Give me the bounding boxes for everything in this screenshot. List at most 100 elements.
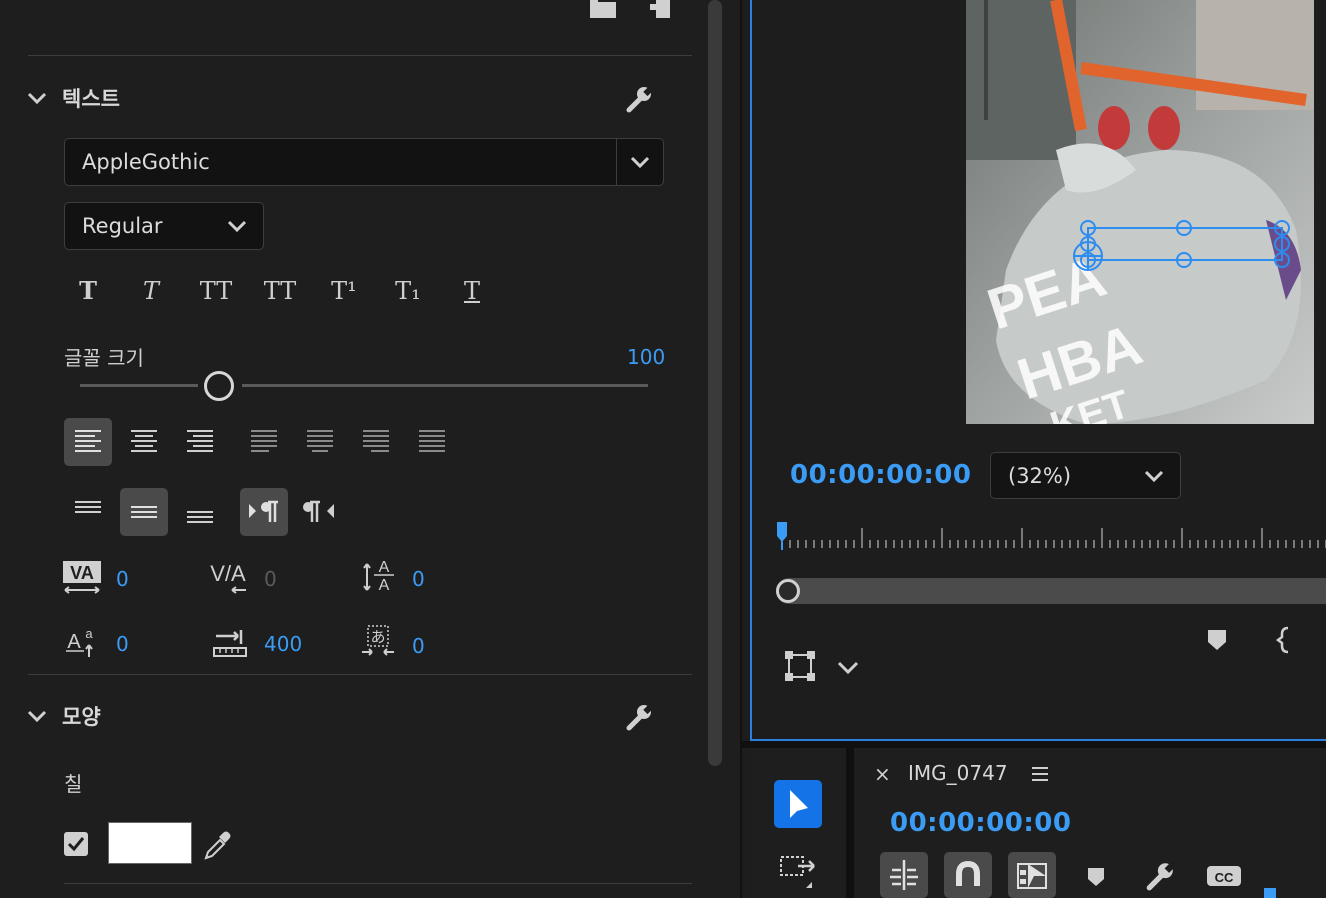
baseline-shift-icon: A a — [66, 626, 93, 657]
align-right-icon[interactable] — [648, 0, 672, 22]
essential-graphics-panel: 텍스트 AppleGothic Regular T T TT TT T¹ T₁ … — [0, 0, 742, 898]
font-size-label: 글꼴 크기 — [64, 346, 144, 370]
linked-selection-icon — [1017, 863, 1047, 889]
align-middle-icon — [131, 506, 157, 518]
font-style-value: Regular — [82, 214, 163, 238]
chevron-down-icon — [1144, 470, 1164, 483]
timeline-playhead-marker[interactable] — [1264, 888, 1276, 898]
appearance-section-header[interactable]: 모양 — [26, 701, 101, 731]
chevron-down-icon[interactable] — [836, 656, 860, 678]
wrench-icon[interactable] — [1144, 860, 1176, 892]
kerning-value[interactable]: 0 — [116, 567, 129, 591]
fill-checkbox[interactable] — [64, 832, 88, 856]
font-family-value: AppleGothic — [82, 150, 210, 174]
font-family-dropdown[interactable]: AppleGothic — [64, 138, 664, 186]
zoom-level-dropdown[interactable]: (32%) — [990, 452, 1181, 499]
selection-tool-button[interactable] — [774, 780, 822, 828]
appearance-section-title: 모양 — [62, 705, 101, 729]
align-text-top-button[interactable] — [64, 488, 112, 536]
align-top-icon[interactable] — [588, 0, 618, 22]
faux-italic-button[interactable]: T — [131, 274, 171, 308]
all-caps-button[interactable]: TT — [196, 274, 236, 308]
add-marker-icon[interactable] — [1086, 866, 1106, 888]
align-text-bottom-button[interactable] — [176, 488, 224, 536]
transform-icon[interactable] — [784, 650, 816, 682]
tsume-value[interactable]: 0 — [412, 634, 425, 658]
baseline-shift-value[interactable]: 0 — [116, 632, 129, 656]
tsume-icon: あ — [362, 625, 394, 656]
magnet-icon — [956, 860, 980, 886]
underline-button[interactable]: T — [452, 274, 492, 308]
playhead-marker[interactable] — [776, 520, 788, 550]
tab-width-value[interactable]: 400 — [264, 632, 302, 656]
add-marker-icon[interactable] — [1206, 628, 1228, 652]
justify-last-right-icon — [363, 430, 389, 452]
rtl-direction-button[interactable] — [296, 488, 344, 536]
faux-bold-button[interactable]: T — [68, 274, 108, 308]
snap-button[interactable] — [944, 852, 992, 898]
divider — [28, 674, 692, 675]
align-left-button[interactable] — [64, 418, 112, 466]
small-caps-button[interactable]: TT — [260, 274, 300, 308]
zoom-scroll-handle[interactable] — [776, 579, 800, 603]
svg-text:あ: あ — [370, 628, 385, 646]
tracking-icon: V/A — [210, 561, 246, 594]
font-size-value[interactable]: 100 — [627, 345, 665, 369]
divider — [64, 883, 692, 884]
font-size-slider-track[interactable] — [80, 384, 198, 387]
rtl-paragraph-icon — [303, 500, 334, 522]
superscript-button[interactable]: T¹ — [324, 274, 364, 308]
eyedropper-icon[interactable] — [202, 828, 232, 862]
svg-text:A: A — [67, 631, 81, 653]
svg-text:A: A — [379, 559, 390, 576]
zoom-scroll-bar[interactable] — [776, 578, 1326, 604]
zoom-level-value: (32%) — [1008, 464, 1072, 488]
divider — [28, 55, 692, 56]
subscript-button[interactable]: T₁ — [388, 274, 428, 308]
chevron-down-icon — [227, 220, 247, 233]
font-size-slider-track[interactable] — [242, 384, 648, 387]
align-bottom-icon — [187, 511, 213, 523]
ltr-direction-button[interactable] — [240, 488, 288, 536]
leading-value[interactable]: 0 — [412, 567, 425, 591]
closed-captions-icon[interactable]: CC — [1206, 864, 1242, 888]
divider — [616, 139, 617, 185]
ltr-paragraph-icon — [249, 500, 278, 522]
justify-center-button[interactable] — [296, 418, 344, 466]
mark-in-icon[interactable] — [1276, 626, 1294, 654]
justify-right-button[interactable] — [352, 418, 400, 466]
font-style-dropdown[interactable]: Regular — [64, 202, 264, 250]
svg-text:VA: VA — [70, 563, 94, 583]
time-ruler[interactable] — [776, 520, 1326, 552]
panel-menu-icon[interactable] — [1030, 764, 1050, 784]
track-select-tool-icon[interactable] — [778, 852, 820, 892]
panel-gutter — [742, 741, 1326, 748]
justify-left-button[interactable] — [240, 418, 288, 466]
video-frame-image: PEA HBA KET — [966, 0, 1314, 424]
chevron-down-icon — [27, 92, 47, 105]
program-timecode[interactable]: 00:00:00:00 — [790, 460, 971, 490]
align-center-button[interactable] — [120, 418, 168, 466]
fill-label: 칠 — [64, 772, 83, 796]
justify-last-left-icon — [251, 430, 277, 452]
insert-nest-button[interactable] — [880, 852, 928, 898]
svg-text:a: a — [85, 626, 93, 641]
align-right-icon — [187, 430, 213, 452]
sequence-timecode[interactable]: 00:00:00:00 — [890, 808, 1071, 838]
sequence-tab-title[interactable]: IMG_0747 — [908, 761, 1008, 785]
chevron-down-icon — [630, 156, 650, 169]
wrench-icon[interactable] — [624, 702, 654, 732]
align-right-button[interactable] — [176, 418, 224, 466]
linked-selection-button[interactable] — [1008, 852, 1056, 898]
justify-all-button[interactable] — [408, 418, 456, 466]
wrench-icon[interactable] — [624, 84, 654, 114]
video-preview[interactable]: PEA HBA KET — [966, 0, 1314, 424]
align-top-icon — [75, 501, 101, 513]
fill-color-swatch[interactable] — [108, 822, 192, 864]
text-section-header[interactable]: 텍스트 — [26, 83, 120, 113]
align-text-middle-button[interactable] — [120, 488, 168, 536]
panel-scrollbar[interactable] — [708, 0, 722, 766]
tracking-value[interactable]: 0 — [264, 567, 277, 591]
close-sequence-button[interactable]: × — [874, 762, 891, 786]
font-size-slider-thumb[interactable] — [204, 371, 234, 401]
